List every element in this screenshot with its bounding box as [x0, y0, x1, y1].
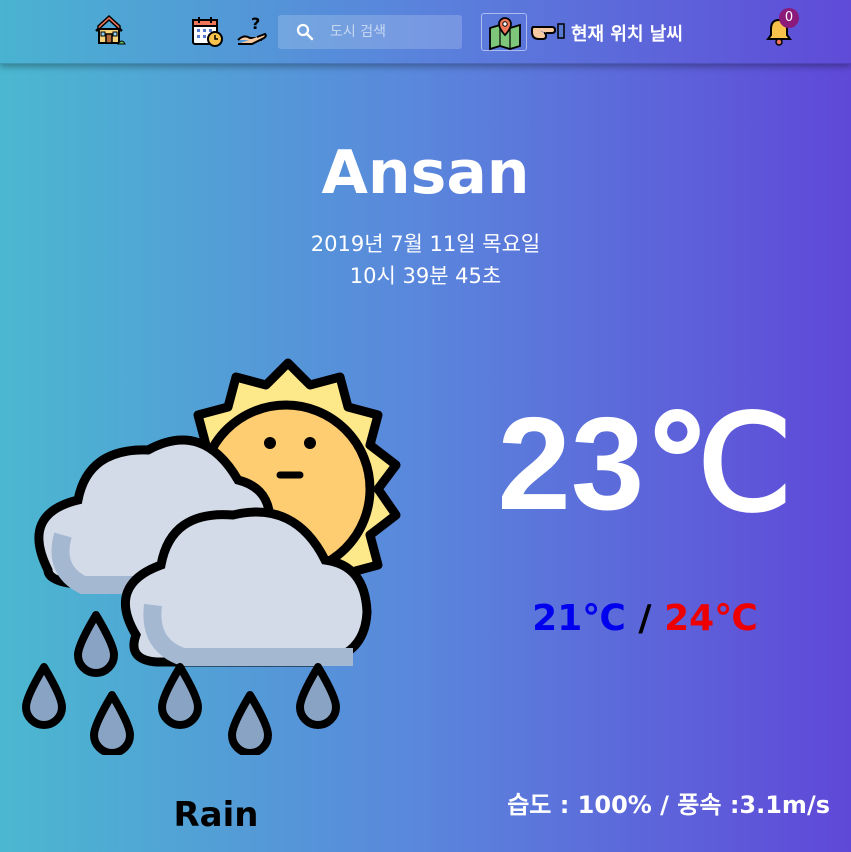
- house-icon[interactable]: [92, 14, 126, 48]
- pointing-hand-icon[interactable]: [530, 18, 566, 44]
- current-location-button[interactable]: [481, 13, 527, 51]
- humidity-wind-info: 습도 : 100% / 풍속 :3.1m/s: [507, 791, 830, 819]
- current-date: 2019년 7월 11일 목요일: [310, 232, 541, 256]
- current-temperature: 23℃: [497, 390, 793, 537]
- map-pin-icon: [489, 17, 521, 51]
- question-hand-icon[interactable]: ?: [236, 14, 270, 48]
- current-time: 10시 39분 45초: [349, 264, 502, 288]
- temperature-separator: /: [638, 598, 652, 639]
- top-navbar: ? 현재 위치 날씨 0: [0, 0, 851, 64]
- city-name: Ansan: [321, 138, 530, 208]
- calendar-clock-icon[interactable]: [190, 14, 224, 48]
- svg-text:?: ?: [251, 14, 260, 33]
- search-icon: [296, 23, 314, 41]
- sun-cloud-rain-icon: [22, 358, 401, 755]
- min-temperature: 21℃: [532, 598, 626, 639]
- search-box[interactable]: [278, 15, 462, 49]
- weather-description: Rain: [173, 795, 259, 835]
- temperature-range: 21℃ / 24℃: [470, 598, 820, 639]
- search-input[interactable]: [330, 21, 454, 43]
- current-location-label[interactable]: 현재 위치 날씨: [571, 20, 683, 46]
- notification-badge: 0: [779, 8, 799, 28]
- max-temperature: 24℃: [664, 598, 758, 639]
